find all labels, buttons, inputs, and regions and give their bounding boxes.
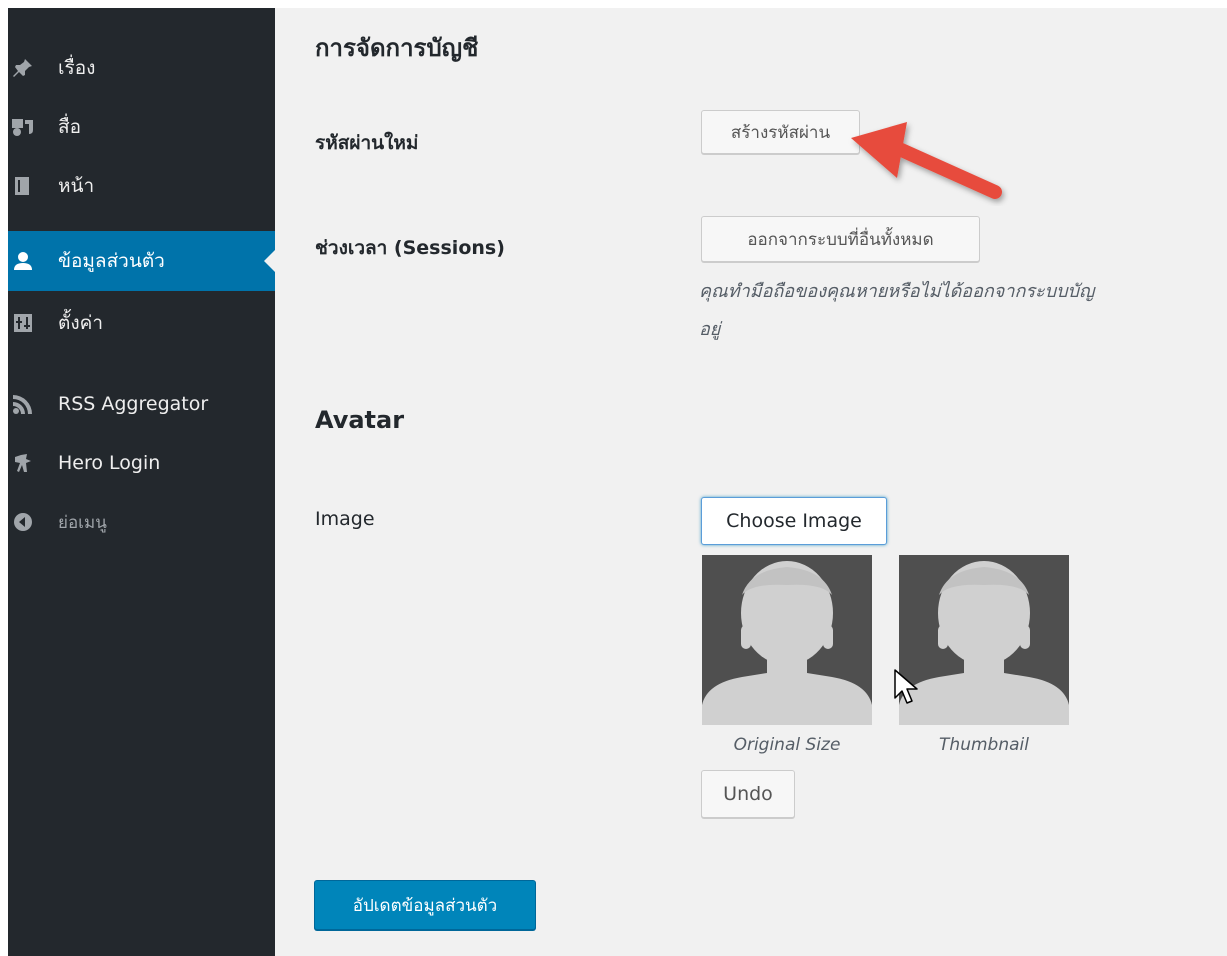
- sessions-description: คุณทำมือถือของคุณหายหรือไม่ได้ออกจากระบบ…: [699, 281, 1095, 302]
- frame-top: [0, 0, 1227, 8]
- hero-login-icon: [10, 450, 36, 476]
- sidebar-item-profile[interactable]: ข้อมูลส่วนตัว: [8, 231, 275, 291]
- sidebar-item-label: หน้า: [58, 175, 95, 197]
- sidebar-item-label: สื่อ: [58, 116, 82, 138]
- thumbnail-caption: Thumbnail: [939, 735, 1029, 755]
- sidebar-item-posts[interactable]: เรื่อง: [8, 46, 275, 90]
- generate-password-button[interactable]: สร้างรหัสผ่าน: [701, 110, 860, 154]
- sidebar-item-hero-login[interactable]: Hero Login: [8, 441, 275, 485]
- image-label: Image: [315, 508, 375, 530]
- collapse-menu-button[interactable]: ย่อเมนู: [8, 500, 275, 544]
- pushpin-icon: [10, 55, 36, 81]
- sessions-label: ช่วงเวลา (Sessions): [315, 237, 505, 259]
- original-size-caption: Original Size: [733, 735, 841, 755]
- avatar-silhouette-icon: [702, 561, 872, 725]
- avatar-original-image: [702, 555, 872, 725]
- sidebar-item-label: เรื่อง: [58, 57, 96, 79]
- undo-button[interactable]: Undo: [701, 770, 795, 818]
- avatar-thumbnail-image: [899, 555, 1069, 725]
- page-icon: [10, 173, 36, 199]
- user-icon: [10, 248, 36, 274]
- sidebar-item-label: RSS Aggregator: [58, 393, 209, 415]
- annotation-arrow-icon: [851, 122, 1002, 199]
- mouse-cursor-icon: [894, 669, 918, 704]
- logout-everywhere-button[interactable]: ออกจากระบบที่อื่นทั้งหมด: [701, 216, 980, 262]
- section-title-account-management: การจัดการบัญชี: [315, 34, 479, 62]
- sidebar-item-label: Hero Login: [58, 452, 161, 474]
- sidebar-item-label: ย่อเมนู: [58, 512, 107, 533]
- sidebar-item-label: ข้อมูลส่วนตัว: [58, 250, 165, 272]
- sessions-description-line2: อยู่: [699, 319, 721, 340]
- new-password-label: รหัสผ่านใหม่: [315, 132, 419, 154]
- media-icon: [10, 114, 36, 140]
- profile-content: การจัดการบัญชี รหัสผ่านใหม่ สร้างรหัสผ่า…: [275, 8, 1227, 956]
- settings-icon: [10, 310, 36, 336]
- sidebar-item-label: ตั้งค่า: [58, 312, 103, 334]
- admin-sidebar: เรื่อง สื่อ หน้า ข้อมูลส่วนตัว ตั้งค่า R…: [8, 8, 275, 956]
- collapse-icon: [10, 509, 36, 535]
- choose-image-button[interactable]: Choose Image: [701, 497, 887, 545]
- update-profile-button[interactable]: อัปเดตข้อมูลส่วนตัว: [314, 880, 536, 930]
- frame-left: [0, 0, 8, 956]
- avatar-silhouette-icon: [899, 561, 1069, 725]
- sidebar-item-rss-aggregator[interactable]: RSS Aggregator: [8, 382, 275, 426]
- avatar-section-title: Avatar: [315, 406, 405, 434]
- sidebar-item-settings[interactable]: ตั้งค่า: [8, 301, 275, 345]
- rss-icon: [10, 391, 36, 417]
- sidebar-item-media[interactable]: สื่อ: [8, 105, 275, 149]
- sidebar-item-pages[interactable]: หน้า: [8, 164, 275, 208]
